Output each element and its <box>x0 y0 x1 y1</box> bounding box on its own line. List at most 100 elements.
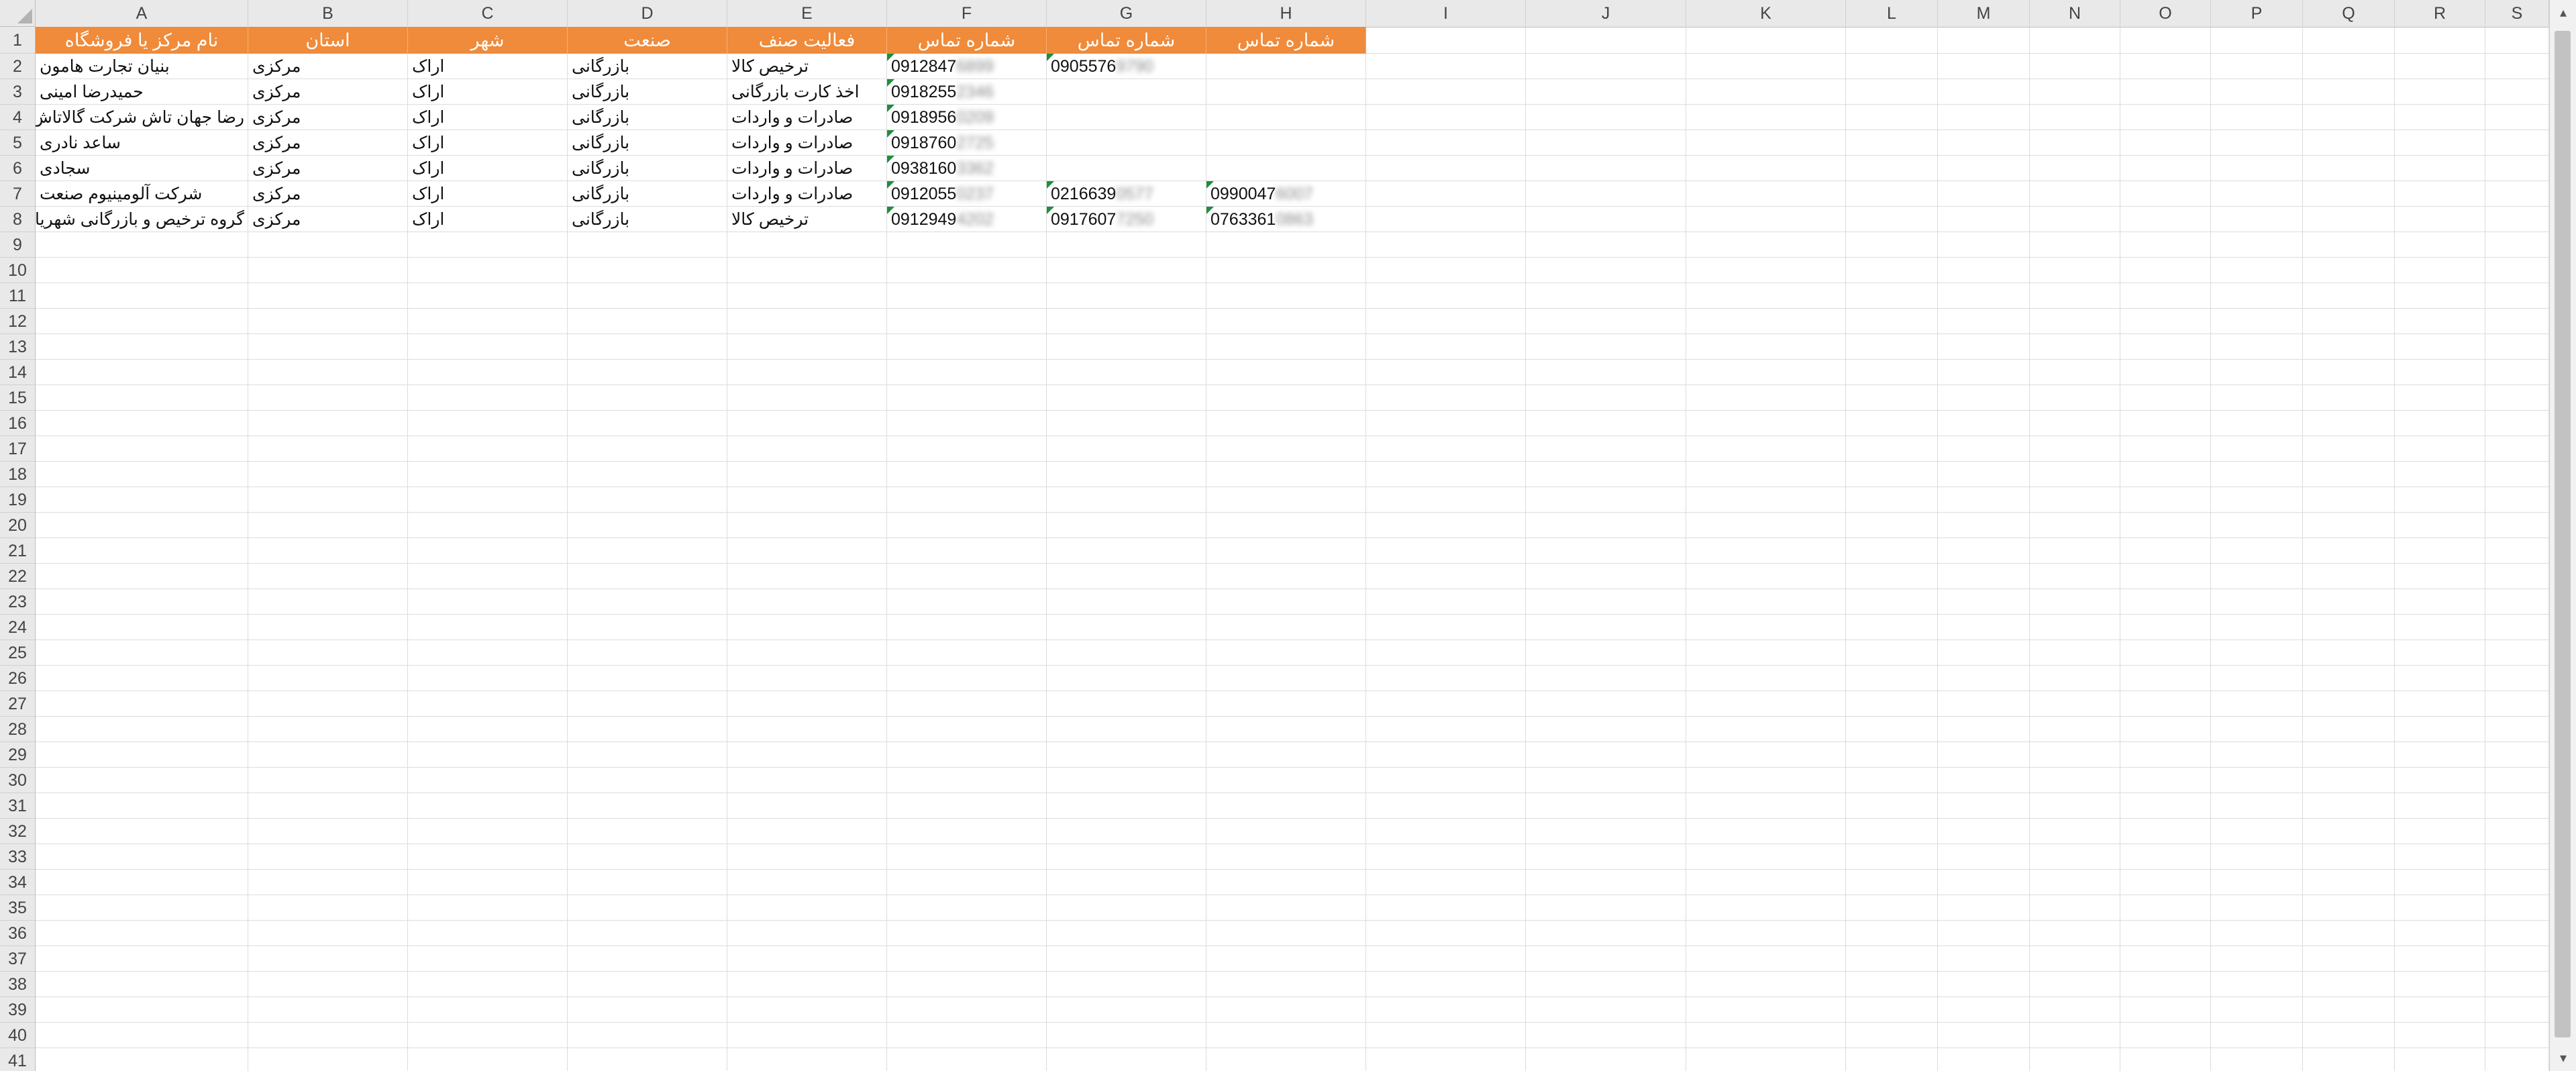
row-header-28[interactable]: 28 <box>0 717 36 742</box>
row-header-38[interactable]: 38 <box>0 972 36 997</box>
triangle-down-icon[interactable]: ▾ <box>2550 1046 2576 1071</box>
cell-industry[interactable]: بازرگانی <box>568 181 727 207</box>
row-header-10[interactable]: 10 <box>0 258 36 283</box>
cell-phone[interactable]: 02166390577 <box>1047 181 1206 207</box>
row-header-23[interactable]: 23 <box>0 589 36 615</box>
cell-industry[interactable]: بازرگانی <box>568 207 727 232</box>
row-header-32[interactable]: 32 <box>0 819 36 844</box>
row-header-26[interactable]: 26 <box>0 666 36 691</box>
cell-city[interactable]: اراک <box>408 130 568 156</box>
cell-industry[interactable]: بازرگانی <box>568 54 727 79</box>
column-header-b[interactable]: B <box>248 0 408 27</box>
row-header-2[interactable]: 2 <box>0 54 36 79</box>
header-cell-d[interactable]: صنعت <box>568 27 727 54</box>
column-header-f[interactable]: F <box>887 0 1047 27</box>
row-header-20[interactable]: 20 <box>0 513 36 538</box>
row-header-4[interactable]: 4 <box>0 105 36 130</box>
column-header-n[interactable]: N <box>2030 0 2120 27</box>
row-header-13[interactable]: 13 <box>0 334 36 360</box>
column-header-q[interactable]: Q <box>2303 0 2395 27</box>
error-flag-icon[interactable] <box>1047 54 1054 61</box>
row-header-12[interactable]: 12 <box>0 309 36 334</box>
cell-industry[interactable]: بازرگانی <box>568 79 727 105</box>
row-header-14[interactable]: 14 <box>0 360 36 385</box>
row-header-17[interactable]: 17 <box>0 436 36 462</box>
error-flag-icon[interactable] <box>1206 207 1214 214</box>
row-header-41[interactable]: 41 <box>0 1048 36 1071</box>
cell-industry[interactable]: بازرگانی <box>568 105 727 130</box>
cell-city[interactable]: اراک <box>408 105 568 130</box>
cell-phone[interactable]: 09381603362 <box>887 156 1047 181</box>
cell-province[interactable]: مرکزی <box>248 54 408 79</box>
select-all-triangle-icon[interactable] <box>0 0 36 27</box>
row-header-16[interactable]: 16 <box>0 411 36 436</box>
row-header-30[interactable]: 30 <box>0 768 36 793</box>
row-header-39[interactable]: 39 <box>0 997 36 1023</box>
column-header-c[interactable]: C <box>408 0 568 27</box>
row-header-27[interactable]: 27 <box>0 691 36 717</box>
column-header-g[interactable]: G <box>1047 0 1206 27</box>
header-cell-a[interactable]: نام مرکز یا فروشگاه <box>36 27 248 54</box>
row-header-8[interactable]: 8 <box>0 207 36 232</box>
row-header-40[interactable]: 40 <box>0 1023 36 1048</box>
column-header-r[interactable]: R <box>2395 0 2485 27</box>
column-header-o[interactable]: O <box>2120 0 2211 27</box>
cell-name[interactable]: گروه ترخیص و بازرگانی شهریاری <box>36 207 248 232</box>
cell-activity[interactable]: ترخیص کالا <box>727 54 887 79</box>
row-header-9[interactable]: 9 <box>0 232 36 258</box>
header-cell-e[interactable]: فعالیت صنف <box>727 27 887 54</box>
cell-name[interactable]: سجادی <box>36 156 248 181</box>
column-header-s[interactable]: S <box>2485 0 2549 27</box>
row-header-37[interactable]: 37 <box>0 946 36 972</box>
error-flag-icon[interactable] <box>887 105 894 112</box>
cell-province[interactable]: مرکزی <box>248 130 408 156</box>
cell-phone[interactable]: 09182552346 <box>887 79 1047 105</box>
header-cell-b[interactable]: استان <box>248 27 408 54</box>
row-header-19[interactable]: 19 <box>0 487 36 513</box>
cell-phone[interactable]: 09187602725 <box>887 130 1047 156</box>
cell-phone[interactable]: 09120550237 <box>887 181 1047 207</box>
row-header-36[interactable]: 36 <box>0 921 36 946</box>
row-header-34[interactable]: 34 <box>0 870 36 895</box>
header-cell-h[interactable]: شماره تماس <box>1206 27 1366 54</box>
row-header-5[interactable]: 5 <box>0 130 36 156</box>
cell-activity[interactable]: صادرات و واردات <box>727 181 887 207</box>
cell-phone[interactable]: 09900476007 <box>1206 181 1366 207</box>
row-header-6[interactable]: 6 <box>0 156 36 181</box>
cell-phone[interactable]: 09189560209 <box>887 105 1047 130</box>
column-header-a[interactable]: A <box>36 0 248 27</box>
cell-city[interactable]: اراک <box>408 79 568 105</box>
cell-phone[interactable]: 09128476899 <box>887 54 1047 79</box>
error-flag-icon[interactable] <box>887 54 894 61</box>
header-cell-c[interactable]: شهر <box>408 27 568 54</box>
cell-industry[interactable]: بازرگانی <box>568 156 727 181</box>
error-flag-icon[interactable] <box>1047 181 1054 189</box>
row-header-33[interactable]: 33 <box>0 844 36 870</box>
error-flag-icon[interactable] <box>887 207 894 214</box>
cell-name[interactable]: ساعد نادری <box>36 130 248 156</box>
row-header-29[interactable]: 29 <box>0 742 36 768</box>
cell-phone[interactable]: 09176077250 <box>1047 207 1206 232</box>
column-header-k[interactable]: K <box>1686 0 1846 27</box>
cell-province[interactable]: مرکزی <box>248 207 408 232</box>
worksheet[interactable]: ABCDEFGHIJKLMNOPQRS 1 2 3 4 5 6 7 8 9 10 11 12 13 14 1… <box>0 0 2549 1071</box>
scrollbar-thumb[interactable] <box>2555 31 2571 1037</box>
cell-province[interactable]: مرکزی <box>248 156 408 181</box>
row-header-24[interactable]: 24 <box>0 615 36 640</box>
cell-city[interactable]: اراک <box>408 54 568 79</box>
error-flag-icon[interactable] <box>887 156 894 163</box>
cell-phone[interactable]: 09129494202 <box>887 207 1047 232</box>
error-flag-icon[interactable] <box>1047 207 1054 214</box>
cell-name[interactable]: رضا جهان تاش شرکت گالاتاش <box>36 105 248 130</box>
row-header-21[interactable]: 21 <box>0 538 36 564</box>
column-header-e[interactable]: E <box>727 0 887 27</box>
header-cell-g[interactable]: شماره تماس <box>1047 27 1206 54</box>
header-cell-f[interactable]: شماره تماس <box>887 27 1047 54</box>
cell-phone[interactable]: 09055769790 <box>1047 54 1206 79</box>
row-header-11[interactable]: 11 <box>0 283 36 309</box>
error-flag-icon[interactable] <box>887 79 894 87</box>
cell-city[interactable]: اراک <box>408 207 568 232</box>
row-header-31[interactable]: 31 <box>0 793 36 819</box>
row-header-7[interactable]: 7 <box>0 181 36 207</box>
error-flag-icon[interactable] <box>887 181 894 189</box>
